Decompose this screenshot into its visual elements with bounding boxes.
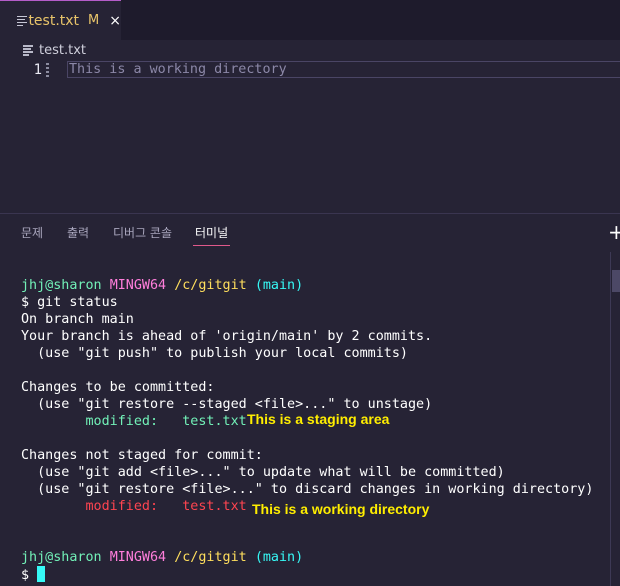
editor-tab-test-txt[interactable]: test.txt M ×	[0, 0, 121, 40]
prompt-host: MINGW64	[109, 278, 167, 293]
modified-badge: M	[88, 13, 100, 28]
staged-file: test.txt	[182, 414, 247, 429]
prompt-path: /c/gitgit	[174, 278, 247, 293]
close-icon[interactable]: ×	[109, 13, 121, 29]
staged-label: modified:	[21, 414, 183, 429]
unstaged-label: modified:	[21, 499, 183, 514]
panel-tab-bar: 문제 출력 디버그 콘솔 터미널 +	[0, 214, 620, 250]
tab-debug-console[interactable]: 디버그 콘솔	[113, 224, 172, 241]
tab-output[interactable]: 출력	[67, 224, 89, 241]
tab-filename: test.txt	[28, 12, 80, 29]
editor-line[interactable]: 1 This is a working directory	[0, 61, 620, 80]
command-line: $ git status	[21, 295, 118, 310]
input-prompt: $	[21, 568, 38, 583]
prompt-host: MINGW64	[109, 550, 167, 565]
working-directory-annotation: This is a working directory	[252, 501, 430, 517]
prompt-path: /c/gitgit	[174, 550, 247, 565]
new-terminal-icon[interactable]: +	[608, 220, 620, 244]
editor-tab-bar: test.txt M ×	[0, 0, 620, 40]
input-line[interactable]: $	[21, 566, 593, 583]
line-number: 1	[33, 62, 42, 78]
status-hint: (use "git push" to publish your local co…	[21, 346, 408, 361]
prompt-branch: (main)	[254, 278, 304, 293]
status-line: Your branch is ahead of 'origin/main' by…	[21, 329, 433, 344]
file-lines-icon	[22, 44, 34, 56]
tab-terminal[interactable]: 터미널	[192, 224, 231, 246]
prompt-branch: (main)	[254, 550, 304, 565]
unstaged-hint: (use "git restore <file>..." to discard …	[21, 482, 594, 497]
unstaged-hint: (use "git add <file>..." to update what …	[21, 465, 505, 480]
prompt-user: jhj@sharon	[21, 278, 102, 293]
prompt-line: jhj@sharon MINGW64 /c/gitgit (main)	[21, 549, 593, 566]
terminal-cursor	[37, 566, 46, 582]
staging-area-annotation: This is a staging area	[247, 411, 390, 427]
terminal-scrollbar-thumb[interactable]	[612, 270, 620, 292]
unstaged-file: test.txt	[182, 499, 247, 514]
line-text[interactable]: This is a working directory	[69, 62, 287, 77]
terminal-output[interactable]: jhj@sharon MINGW64 /c/gitgit (main) $ gi…	[21, 277, 593, 583]
status-line: On branch main	[21, 312, 134, 327]
staged-header: Changes to be committed:	[21, 380, 215, 395]
prompt-user: jhj@sharon	[21, 550, 102, 565]
unstaged-header: Changes not staged for commit:	[21, 448, 263, 463]
terminal-scrollbar-track[interactable]	[610, 252, 611, 586]
diff-modified-marker[interactable]	[46, 63, 49, 79]
prompt-line: jhj@sharon MINGW64 /c/gitgit (main)	[21, 277, 593, 294]
breadcrumb-file[interactable]: test.txt	[39, 43, 86, 58]
breadcrumb: test.txt	[0, 40, 620, 60]
tab-problems[interactable]: 문제	[21, 224, 43, 241]
file-lines-icon	[16, 15, 27, 27]
